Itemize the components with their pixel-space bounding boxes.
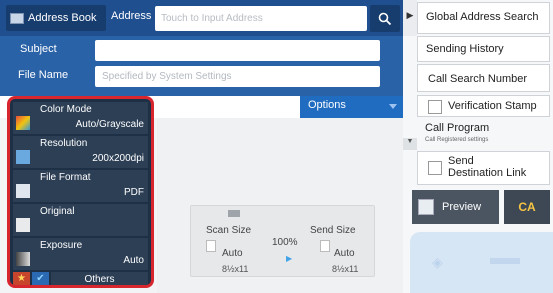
option-title: Original [40,206,75,217]
option-title: Resolution [40,138,88,149]
call-program-sublabel: Call Registered settings [425,137,489,143]
search-icon [378,12,392,25]
collapse-arrow-icon[interactable]: ▶ [403,0,417,36]
star-icon: ★ [17,273,26,284]
ratio-value: 100% [272,237,298,248]
others-button[interactable]: Others [51,272,148,285]
scan-auto-value: Auto [222,248,243,259]
send-paper-size: 8½x11 [332,264,359,274]
search-button[interactable] [370,5,400,32]
preview-button[interactable]: Preview [412,190,499,224]
subject-label: Subject [20,43,57,55]
preview-label: Preview [442,201,482,213]
scanner-icon [228,210,240,217]
address-book-button[interactable]: Address Book [6,5,106,31]
call-search-number-button[interactable]: Call Search Number [417,64,550,92]
options-tab[interactable]: Options [300,96,403,118]
options-label: Options [308,99,346,111]
sending-history-button[interactable]: Sending History [417,36,550,62]
color-mode-button[interactable]: Color Mode Auto/Grayscale [13,102,148,134]
scan-page-icon [206,240,216,252]
address-book-icon [10,12,24,24]
start-button[interactable]: ◈ [410,232,553,293]
send-destination-link-button[interactable]: Send Destination Link [417,151,550,185]
option-value: 200x200dpi [92,153,144,164]
ca-button[interactable]: CA [504,190,550,224]
check-icon: ✔ [36,273,45,284]
address-label: Address [111,10,152,22]
resolution-button[interactable]: Resolution 200x200dpi [13,136,148,168]
option-title: File Format [40,172,91,183]
color-mode-icon [16,116,30,130]
scan-size-label: Scan Size [206,225,252,236]
verification-stamp-label: Verification Stamp [448,100,537,112]
address-input[interactable]: Touch to Input Address [155,6,367,31]
chevron-down-icon[interactable]: ▼ [403,138,417,150]
send-destination-link-label: Send Destination Link [448,155,527,179]
verification-stamp-button[interactable]: Verification Stamp [417,95,550,117]
start-label-placeholder [490,258,520,264]
subject-field[interactable] [95,40,380,61]
option-value: Auto/Grayscale [75,119,144,130]
global-address-search-button[interactable]: Global Address Search [417,2,550,34]
option-title: Exposure [40,240,83,251]
option-title: Color Mode [40,104,92,115]
file-format-icon [16,184,30,198]
send-auto-value: Auto [334,248,355,259]
exposure-icon [16,252,30,266]
checkmark-button[interactable]: ✔ [32,272,49,285]
option-value: Auto [123,255,144,266]
chevron-down-icon [389,104,397,109]
send-page-icon [320,240,330,252]
options-panel: Color Mode Auto/Grayscale Resolution 200… [7,96,154,288]
send-size-label: Send Size [310,225,356,236]
original-button[interactable]: Original [13,204,148,236]
original-icon [16,218,30,232]
file-name-field[interactable]: Specified by System Settings [95,66,380,87]
exposure-button[interactable]: Exposure Auto [13,238,148,270]
favorite-button[interactable]: ★ [13,272,30,285]
file-format-button[interactable]: File Format PDF [13,170,148,202]
arrow-right-icon: ▶ [286,254,293,263]
option-value: PDF [124,187,144,198]
resolution-icon [16,150,30,164]
call-program-label[interactable]: Call Program [425,122,489,134]
file-name-label: File Name [18,69,69,81]
preview-icon [418,199,434,215]
verification-stamp-checkbox[interactable] [428,100,442,114]
send-destination-link-checkbox[interactable] [428,161,442,175]
start-icon: ◈ [432,254,443,270]
scan-paper-size: 8½x11 [222,264,249,274]
address-book-label: Address Book [28,12,97,24]
